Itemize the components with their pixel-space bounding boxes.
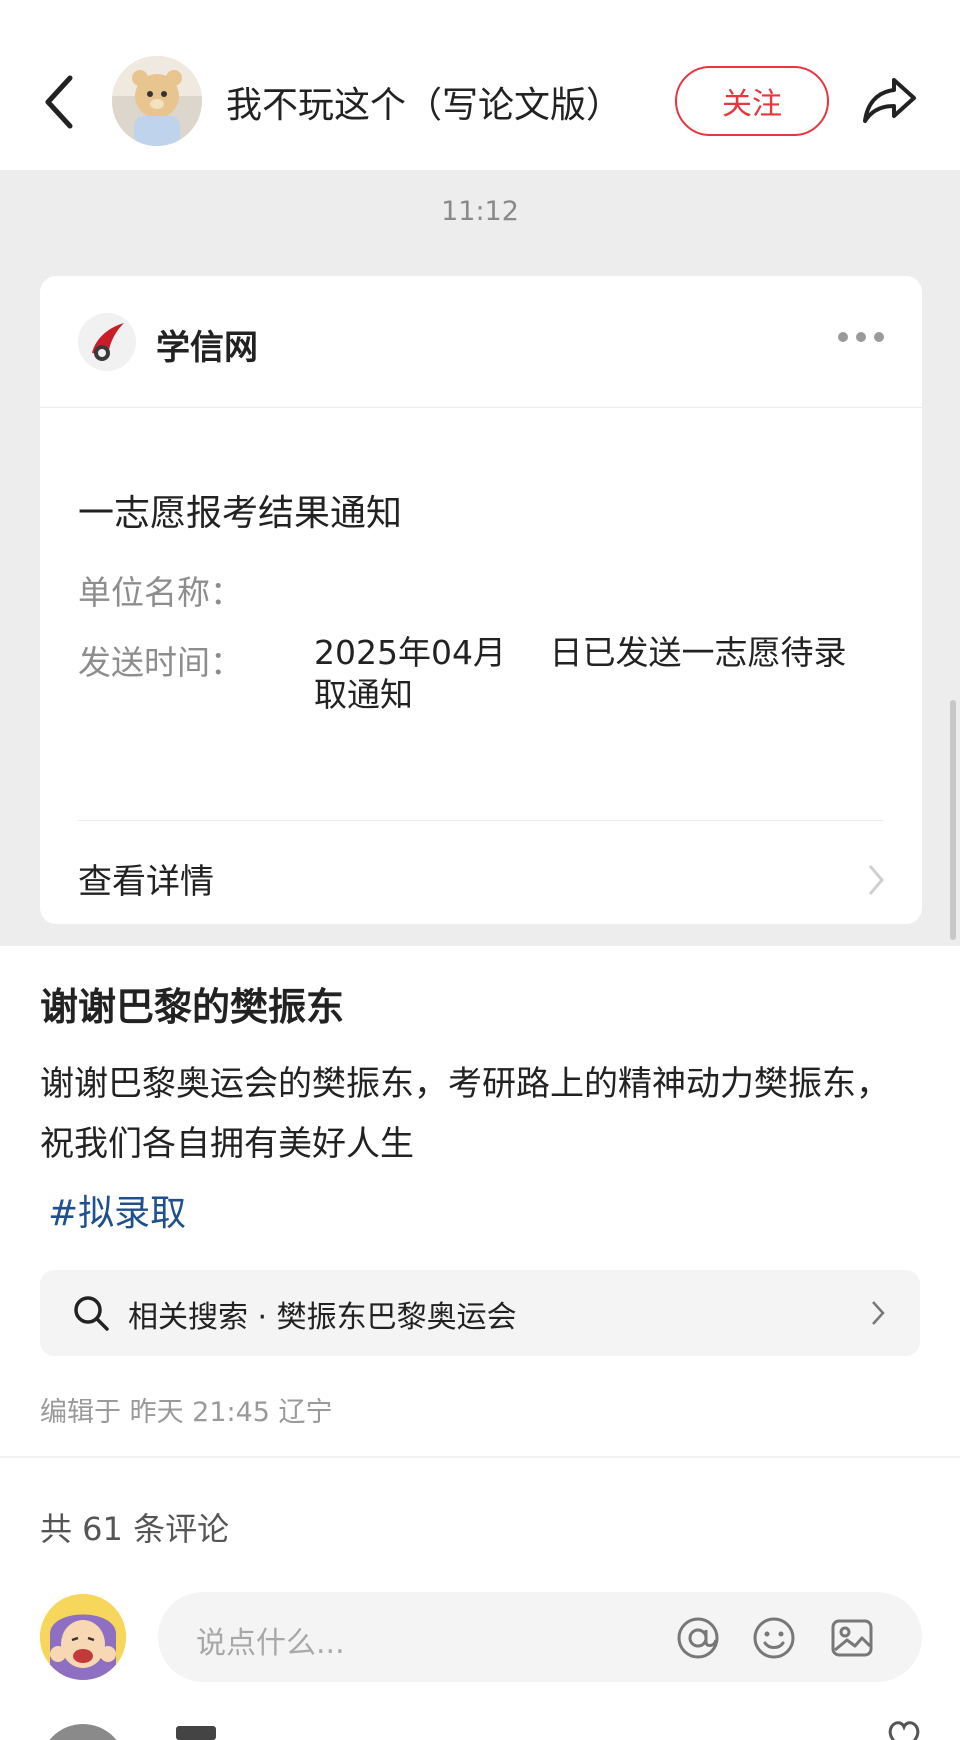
user-avatar[interactable] bbox=[40, 1594, 126, 1680]
source-name: 学信网 bbox=[156, 328, 258, 368]
view-detail-link: 查看详情 bbox=[78, 862, 214, 902]
card-divider bbox=[78, 820, 884, 821]
image-icon[interactable] bbox=[830, 1616, 874, 1660]
notice-card: 学信网 一志愿报考结果通知 单位名称： 发送时间： 2025年04月 日已发送一… bbox=[40, 276, 922, 924]
at-icon[interactable] bbox=[676, 1616, 720, 1660]
follow-button[interactable]: 关注 bbox=[675, 66, 829, 136]
send-time-value: 2025年04月 日已发送一志愿待录取通知 bbox=[314, 633, 847, 714]
comment-input[interactable]: 说点什么... bbox=[158, 1592, 922, 1682]
search-icon bbox=[74, 1296, 109, 1331]
edit-info: 编辑于 昨天 21:45 辽宁 bbox=[40, 1397, 333, 1428]
message-time: 11:12 bbox=[441, 196, 519, 227]
comment-avatar[interactable] bbox=[40, 1724, 126, 1740]
top-bar: 我不玩这个（写论文版） 关注 bbox=[0, 0, 960, 170]
comment-count: 共 61 条评论 bbox=[40, 1510, 230, 1548]
related-search-bar[interactable]: 相关搜索 · 樊振东巴黎奥运会 bbox=[40, 1270, 920, 1356]
chevron-right-icon bbox=[872, 1301, 885, 1325]
emoji-icon[interactable] bbox=[752, 1616, 796, 1660]
screenshot-image[interactable]: 11:12 学信网 一志愿报考结果通知 单位名称： 发送时间： 2025年04月… bbox=[0, 170, 960, 946]
more-dots-icon bbox=[838, 332, 884, 342]
unit-label: 单位名称： bbox=[78, 573, 243, 612]
hashtag-link[interactable]: #拟录取 bbox=[48, 1184, 186, 1236]
xuexin-logo-icon bbox=[78, 313, 136, 371]
related-search-text: 相关搜索 · 樊振东巴黎奥运会 bbox=[128, 1300, 517, 1335]
comment-placeholder: 说点什么... bbox=[196, 1626, 345, 1661]
share-arrow-icon[interactable] bbox=[860, 74, 918, 126]
scrollbar bbox=[950, 700, 956, 940]
send-time-label: 发送时间： bbox=[78, 643, 243, 682]
divider bbox=[0, 1456, 960, 1458]
author-name[interactable]: 我不玩这个（写论文版） bbox=[226, 76, 622, 128]
chevron-left-icon[interactable] bbox=[40, 72, 80, 132]
author-avatar[interactable] bbox=[112, 56, 202, 146]
card-header: 学信网 bbox=[40, 276, 922, 408]
heart-icon[interactable] bbox=[884, 1716, 924, 1740]
post-title: 谢谢巴黎的樊振东 bbox=[40, 985, 345, 1029]
chevron-right-icon bbox=[868, 865, 884, 895]
post-body: 谢谢巴黎奥运会的樊振东，考研路上的精神动力樊振东，祝我们各自拥有美好人生 bbox=[40, 1064, 890, 1164]
comment-author-name bbox=[176, 1726, 216, 1740]
notice-title: 一志愿报考结果通知 bbox=[78, 493, 403, 534]
